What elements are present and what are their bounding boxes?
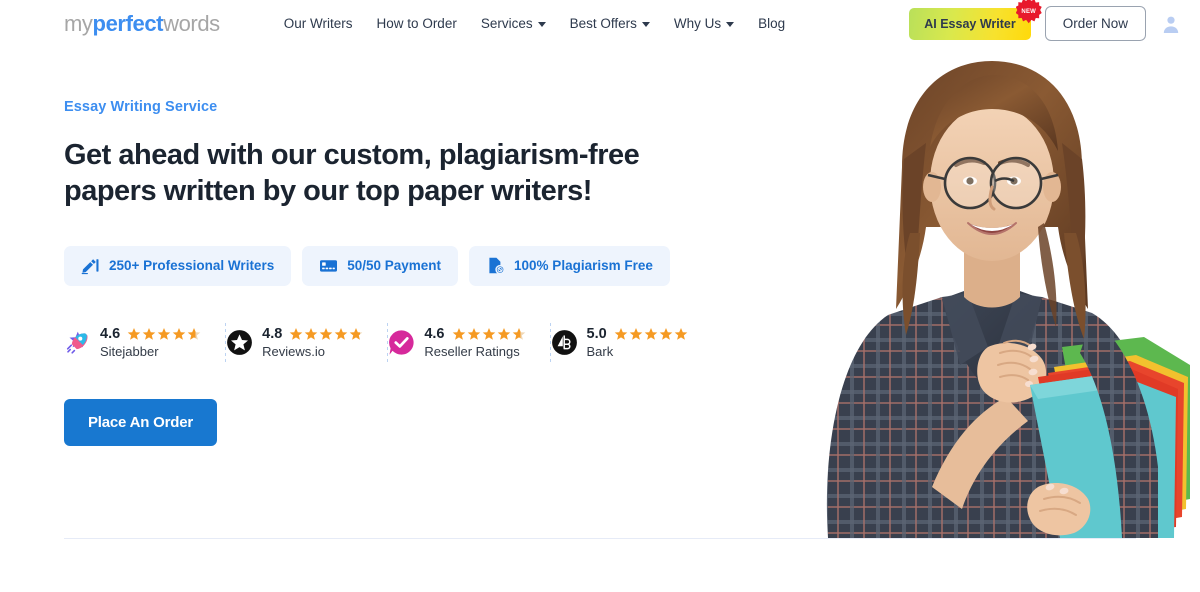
hero-image <box>792 47 1192 538</box>
nav-item-how-to-order[interactable]: How to Order <box>377 16 457 31</box>
site-logo[interactable]: myperfectwords <box>64 10 220 36</box>
user-account-icon[interactable] <box>1160 13 1182 35</box>
reseller-ratings-check-icon <box>388 329 415 356</box>
logo-text-perfect: perfect <box>92 10 164 36</box>
star-rating-icon <box>452 327 528 341</box>
feature-pill-plagiarism: 100% Plagiarism Free <box>469 245 670 286</box>
star-rating-icon <box>289 327 365 341</box>
star-rating-icon <box>127 327 203 341</box>
rating-source-name: Sitejabber <box>100 343 159 359</box>
nav-item-blog[interactable]: Blog <box>758 16 785 31</box>
rating-bark: 5.0 Bark <box>551 325 712 360</box>
star-rating-icon <box>614 327 690 341</box>
rating-score: 4.6 <box>100 325 121 342</box>
document-blocked-icon <box>486 256 505 275</box>
nav-item-best-offers[interactable]: Best Offers <box>570 16 650 31</box>
rating-source-name: Reseller Ratings <box>424 343 520 359</box>
reviewsio-black-star-icon <box>226 329 253 356</box>
feature-pill-writers: 250+ Professional Writers <box>64 245 292 286</box>
writing-hand-icon <box>81 256 100 275</box>
nav-label: How to Order <box>376 16 457 31</box>
feature-pill-label: 50/50 Payment <box>347 258 442 273</box>
chevron-down-icon <box>641 22 650 27</box>
logo-text-words: words <box>163 10 220 36</box>
nav-label: Why Us <box>673 16 722 31</box>
sitejabber-rocket-star-icon <box>64 329 91 356</box>
rating-reviewsio: 4.8 Reviews.io <box>226 325 387 360</box>
place-an-order-button[interactable]: Place An Order <box>64 398 218 446</box>
rating-score: 4.6 <box>424 325 445 342</box>
new-badge: NEW <box>1015 0 1042 24</box>
rating-score: 4.8 <box>262 325 283 342</box>
nav-item-why-us[interactable]: Why Us <box>673 16 735 31</box>
main-navigation: Our Writers How to Order Services Best O… <box>284 16 785 31</box>
page-title: Get ahead with our custom, plagiarism-fr… <box>64 139 640 208</box>
chevron-down-icon <box>726 22 735 27</box>
logo-text-my: my <box>64 10 93 36</box>
feature-pill-label: 100% Plagiarism Free <box>514 258 653 273</box>
feature-pill-payment: 50/50 Payment <box>302 245 459 286</box>
nav-label: Services <box>480 16 533 31</box>
rating-score: 5.0 <box>586 325 607 342</box>
rating-source-name: Bark <box>586 343 614 359</box>
section-divider <box>64 538 1136 539</box>
chevron-down-icon <box>537 22 546 27</box>
ai-essay-writer-button[interactable]: AI Essay Writer NEW <box>909 0 1042 40</box>
nav-item-services[interactable]: Services <box>481 16 546 31</box>
nav-label: Our Writers <box>283 16 353 31</box>
rating-source-name: Reviews.io <box>262 343 326 359</box>
ai-essay-writer-label: AI Essay Writer <box>924 16 1016 31</box>
credit-card-icon <box>319 256 338 275</box>
nav-label: Blog <box>758 16 786 31</box>
feature-pill-label: 250+ Professional Writers <box>109 258 275 273</box>
bark-logo-icon <box>551 329 578 356</box>
header-actions: AI Essay Writer NEW Order Now <box>909 0 1200 41</box>
nav-item-our-writers[interactable]: Our Writers <box>284 16 353 31</box>
order-now-button[interactable]: Order Now <box>1044 6 1146 41</box>
site-header: myperfectwords Our Writers How to Order … <box>0 0 1200 47</box>
nav-label: Best Offers <box>569 16 637 31</box>
rating-sitejabber: 4.6 Sitejabber <box>64 325 225 360</box>
rating-reseller-ratings: 4.6 Reseller Ratings <box>388 325 549 360</box>
